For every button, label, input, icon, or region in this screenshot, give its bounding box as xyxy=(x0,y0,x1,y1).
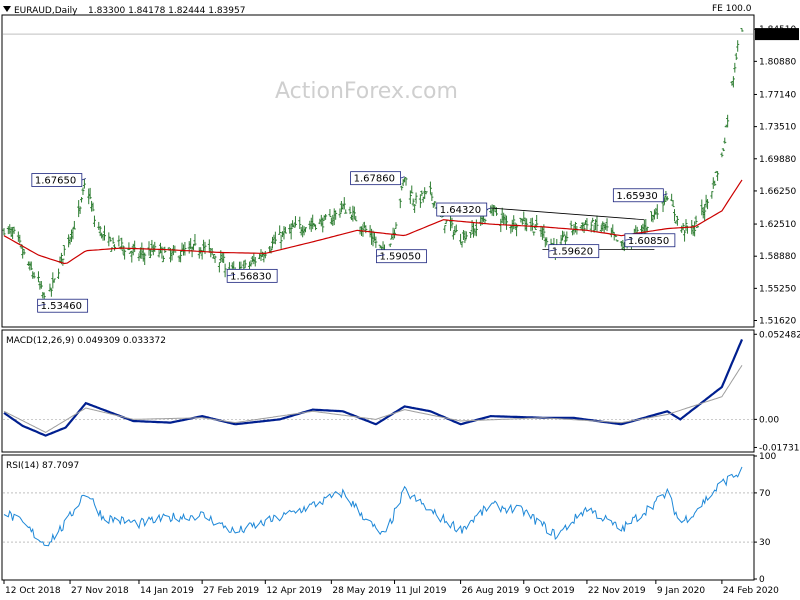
price-annotation: 1.64320 xyxy=(436,202,491,217)
y-tick-label: 1.77140 xyxy=(759,90,796,100)
price-annotation: 1.59620 xyxy=(548,244,600,259)
annotation-label: 1.60850 xyxy=(628,236,669,247)
y-tick-label: 100 xyxy=(759,452,776,462)
x-tick-label: 9 Oct 2019 xyxy=(525,586,575,596)
x-tick-label: 24 Feb 2020 xyxy=(723,586,779,596)
x-tick-label: 27 Nov 2018 xyxy=(71,586,129,596)
x-tick-label: 12 Apr 2019 xyxy=(266,586,322,596)
y-tick-label: 1.55250 xyxy=(759,284,796,294)
annotation-label: 1.64320 xyxy=(440,205,481,216)
y-tick-label: 1.58880 xyxy=(759,252,796,262)
x-tick-label: 28 May 2019 xyxy=(332,586,391,596)
annotation-label: 1.65930 xyxy=(616,191,657,202)
rsi-title: RSI(14) 87.7097 xyxy=(6,461,79,471)
y-tick-label: 0.052482 xyxy=(759,330,800,340)
y-tick-label: 1.51620 xyxy=(759,317,796,327)
x-tick-label: 9 Jan 2020 xyxy=(657,586,705,596)
y-tick-label: 70 xyxy=(759,489,771,499)
annotation-label: 1.59620 xyxy=(552,247,593,258)
price-annotation: 1.65930 xyxy=(612,188,668,203)
x-tick-label: 22 Nov 2019 xyxy=(588,586,646,596)
y-tick-label: 1.80880 xyxy=(759,57,796,67)
annotation-label: 1.53460 xyxy=(41,301,82,312)
x-tick-label: 27 Feb 2019 xyxy=(203,586,259,596)
annotation-label: 1.59050 xyxy=(379,252,420,263)
forex-chart[interactable]: ActionForex.com EURAUD,Daily 1.83300 1.8… xyxy=(0,0,800,600)
annotation-label: 1.56830 xyxy=(230,271,271,282)
watermark: ActionForex.com xyxy=(275,79,458,104)
annotation-label: 1.67650 xyxy=(35,176,76,187)
price-annotation: 1.53460 xyxy=(37,298,89,313)
price-annotation: 1.67860 xyxy=(350,171,405,186)
macd-title: MACD(12,26,9) 0.049309 0.033372 xyxy=(6,336,166,346)
price-annotation: 1.67650 xyxy=(31,173,86,187)
y-tick-label: 30 xyxy=(759,538,771,548)
x-tick-label: 11 Jul 2019 xyxy=(396,586,447,596)
x-tick-label: 12 Oct 2018 xyxy=(5,586,61,596)
current-price-label: 1.83957 xyxy=(759,30,796,40)
price-annotation: 1.59050 xyxy=(376,249,427,264)
price-annotation: 1.56830 xyxy=(226,268,278,283)
fe-label: FE 100.0 xyxy=(712,4,752,14)
x-tick-label: 26 Aug 2019 xyxy=(462,586,520,596)
annotation-label: 1.67860 xyxy=(354,174,395,185)
y-tick-label: 0 xyxy=(759,575,765,585)
y-tick-label: 1.62510 xyxy=(759,220,796,230)
price-annotation: 1.60850 xyxy=(624,233,676,248)
y-tick-label: 1.73510 xyxy=(759,123,796,133)
y-tick-label: 1.69880 xyxy=(759,155,796,165)
x-tick-label: 14 Jan 2019 xyxy=(140,586,194,596)
y-tick-label: 1.66250 xyxy=(759,187,796,197)
y-tick-label: 0.00 xyxy=(759,415,779,425)
